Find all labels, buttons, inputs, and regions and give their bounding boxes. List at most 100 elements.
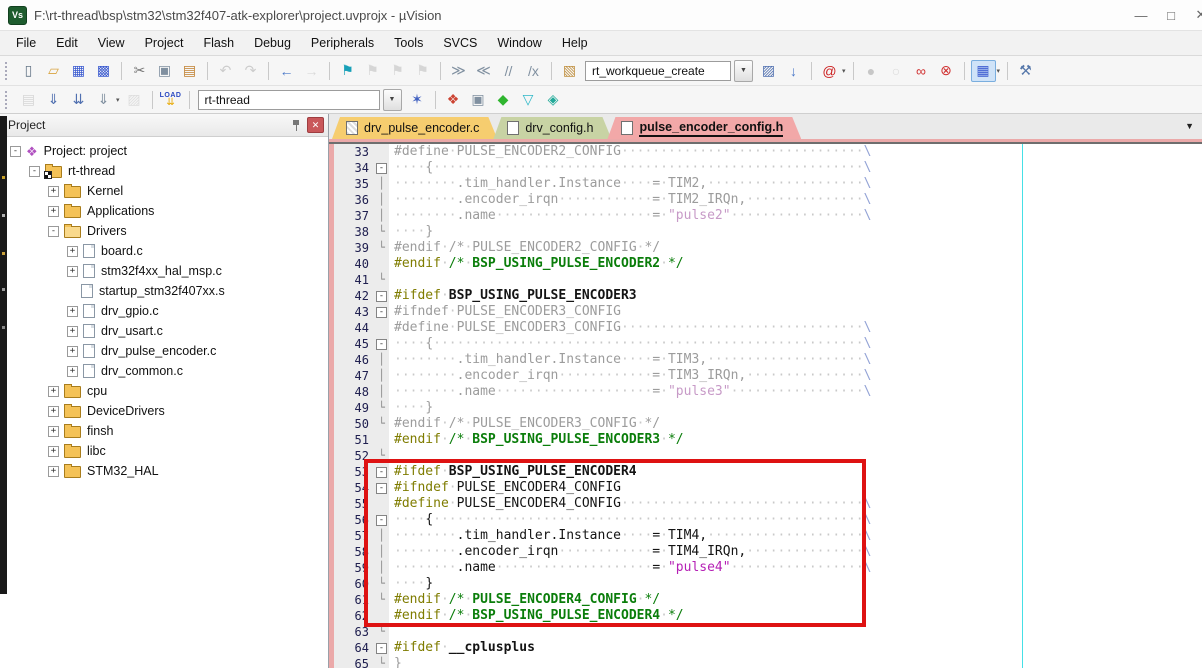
panel-close-icon[interactable]: ✕ — [307, 117, 324, 133]
redo-icon[interactable]: ↷ — [239, 61, 262, 81]
save-icon[interactable]: ▦ — [67, 61, 90, 81]
code-text[interactable]: ····{···································… — [389, 160, 871, 176]
fold-margin[interactable] — [374, 432, 389, 448]
expand-icon[interactable]: + — [67, 266, 78, 277]
fold-margin[interactable]: │ — [374, 352, 389, 368]
fold-margin[interactable]: └ — [374, 240, 389, 256]
tree-item-drv-gpio-c[interactable]: +drv_gpio.c — [0, 301, 328, 321]
find-in-files-icon[interactable]: ▧ — [558, 61, 581, 81]
prev-bookmark-icon[interactable]: ⚑ — [386, 61, 409, 81]
expand-icon[interactable]: + — [48, 386, 59, 397]
indent-icon[interactable]: ≫ — [447, 61, 470, 81]
fold-margin[interactable]: - — [374, 288, 389, 304]
pin-icon[interactable] — [291, 119, 301, 131]
code-text[interactable] — [389, 272, 394, 288]
document-list-dropdown-icon[interactable]: ▼ — [1185, 121, 1194, 131]
target-select-combo-dropdown-icon[interactable]: ▼ — [383, 89, 402, 111]
code-text[interactable]: ····} — [389, 224, 433, 240]
fold-margin[interactable]: └ — [374, 272, 389, 288]
window-layout-icon[interactable]: ▦ — [971, 60, 996, 82]
expand-icon[interactable]: + — [48, 446, 59, 457]
maximize-button-icon[interactable]: □ — [1156, 8, 1186, 23]
code-text[interactable]: ········.encoder_irqn············=·TIM2_… — [389, 192, 871, 208]
code-text[interactable]: } — [389, 656, 402, 668]
fold-collapse-icon[interactable]: - — [376, 307, 387, 318]
fold-margin[interactable]: └ — [374, 224, 389, 240]
tree-item-cpu[interactable]: +cpu — [0, 381, 328, 401]
minimize-button-icon[interactable]: — — [1126, 8, 1156, 23]
code-text[interactable]: ········.name····················=·"puls… — [389, 384, 871, 400]
expand-icon[interactable]: + — [48, 186, 59, 197]
tree-item-drv-pulse-encoder-c[interactable]: +drv_pulse_encoder.c — [0, 341, 328, 361]
navigate-back-icon[interactable]: ← — [275, 61, 298, 81]
tree-item-rt-thread[interactable]: -rt-thread — [0, 161, 328, 181]
fold-margin[interactable]: - — [374, 304, 389, 320]
translate-file-icon[interactable]: ▤ — [17, 90, 40, 110]
code-text[interactable]: #endif·/*·BSP_USING_PULSE_ENCODER3·*/ — [389, 432, 684, 448]
collapse-icon[interactable]: - — [29, 166, 40, 177]
expand-icon[interactable]: + — [67, 326, 78, 337]
code-text[interactable]: ····{···································… — [389, 336, 871, 352]
build-icon[interactable]: ⇓ — [42, 90, 65, 110]
menu-item-project[interactable]: Project — [135, 33, 194, 53]
code-text[interactable]: #define·PULSE_ENCODER3_CONFIG···········… — [389, 320, 871, 336]
fold-collapse-icon[interactable]: - — [376, 339, 387, 350]
expand-icon[interactable]: + — [67, 306, 78, 317]
tree-item-libc[interactable]: +libc — [0, 441, 328, 461]
tree-item-kernel[interactable]: +Kernel — [0, 181, 328, 201]
target-select-combo-value[interactable]: rt-thread — [198, 90, 380, 110]
fold-margin[interactable]: └ — [374, 416, 389, 432]
clear-bookmarks-icon[interactable]: ⚑ — [411, 61, 434, 81]
manage-project-items-icon[interactable]: ▣ — [467, 90, 490, 110]
paste-icon[interactable]: ▤ — [178, 61, 201, 81]
disable-all-breakpoints-icon[interactable]: ∞ — [910, 61, 933, 81]
menu-item-svcs[interactable]: SVCS — [433, 33, 487, 53]
fold-collapse-icon[interactable]: - — [376, 163, 387, 174]
tree-item-finsh[interactable]: +finsh — [0, 421, 328, 441]
toolbar-grip[interactable] — [5, 91, 12, 109]
code-text[interactable]: #ifndef·PULSE_ENCODER3_CONFIG — [389, 304, 621, 320]
cut-icon[interactable]: ✂ — [128, 61, 151, 81]
insert-bookmark-icon[interactable]: ⚑ — [336, 61, 359, 81]
tree-item-devicedrivers[interactable]: +DeviceDrivers — [0, 401, 328, 421]
expand-icon[interactable]: + — [48, 466, 59, 477]
tree-item-stm32-hal[interactable]: +STM32_HAL — [0, 461, 328, 481]
tab-drv-pulse-encoder-c[interactable]: drv_pulse_encoder.c — [332, 117, 497, 139]
fold-margin[interactable]: - — [374, 336, 389, 352]
tree-item-drv-common-c[interactable]: +drv_common.c — [0, 361, 328, 381]
rebuild-icon[interactable]: ⇊ — [67, 90, 90, 110]
code-text[interactable]: #endif·/*·BSP_USING_PULSE_ENCODER2·*/ — [389, 256, 684, 272]
expand-icon[interactable]: + — [48, 206, 59, 217]
open-folder-icon[interactable]: ▱ — [42, 61, 65, 81]
find-combo-dropdown-icon[interactable]: ▼ — [734, 60, 753, 82]
select-packs-icon[interactable]: ▽ — [517, 90, 540, 110]
manage-books-icon[interactable]: ◆ — [492, 90, 515, 110]
uncomment-selection-icon[interactable]: /x — [522, 61, 545, 81]
fold-margin[interactable]: └ — [374, 400, 389, 416]
tree-item-stm32f4xx-hal-msp-c[interactable]: +stm32f4xx_hal_msp.c — [0, 261, 328, 281]
debug-session-icon-dropdown-icon[interactable]: ▾ — [842, 67, 846, 75]
menu-item-peripherals[interactable]: Peripherals — [301, 33, 384, 53]
menu-item-tools[interactable]: Tools — [384, 33, 433, 53]
menu-item-edit[interactable]: Edit — [46, 33, 88, 53]
code-text[interactable]: ········.tim_handler.Instance····=·TIM2,… — [389, 176, 871, 192]
undo-icon[interactable]: ↶ — [214, 61, 237, 81]
window-layout-icon-dropdown-icon[interactable]: ▾ — [997, 67, 1001, 75]
new-file-icon[interactable]: ▯ — [17, 61, 40, 81]
search-files-icon[interactable]: ▨ — [757, 61, 780, 81]
kill-all-breakpoints-icon[interactable]: ⊗ — [935, 61, 958, 81]
expand-icon[interactable]: + — [48, 426, 59, 437]
menu-item-view[interactable]: View — [88, 33, 135, 53]
fold-margin[interactable]: │ — [374, 176, 389, 192]
tree-item-drv-usart-c[interactable]: +drv_usart.c — [0, 321, 328, 341]
breakpoint-icon[interactable]: ● — [860, 61, 883, 81]
pack-installer-icon[interactable]: ◈ — [542, 90, 565, 110]
close-button-icon[interactable]: ✕ — [1186, 7, 1202, 23]
fold-margin[interactable] — [374, 144, 389, 160]
manage-rte-icon[interactable]: ❖ — [442, 90, 465, 110]
unindent-icon[interactable]: ≪ — [472, 61, 495, 81]
code-text[interactable]: #define·PULSE_ENCODER2_CONFIG···········… — [389, 144, 871, 160]
expand-icon[interactable]: + — [67, 366, 78, 377]
tree-item-project-project[interactable]: -❖Project: project — [0, 141, 328, 161]
menu-item-file[interactable]: File — [6, 33, 46, 53]
